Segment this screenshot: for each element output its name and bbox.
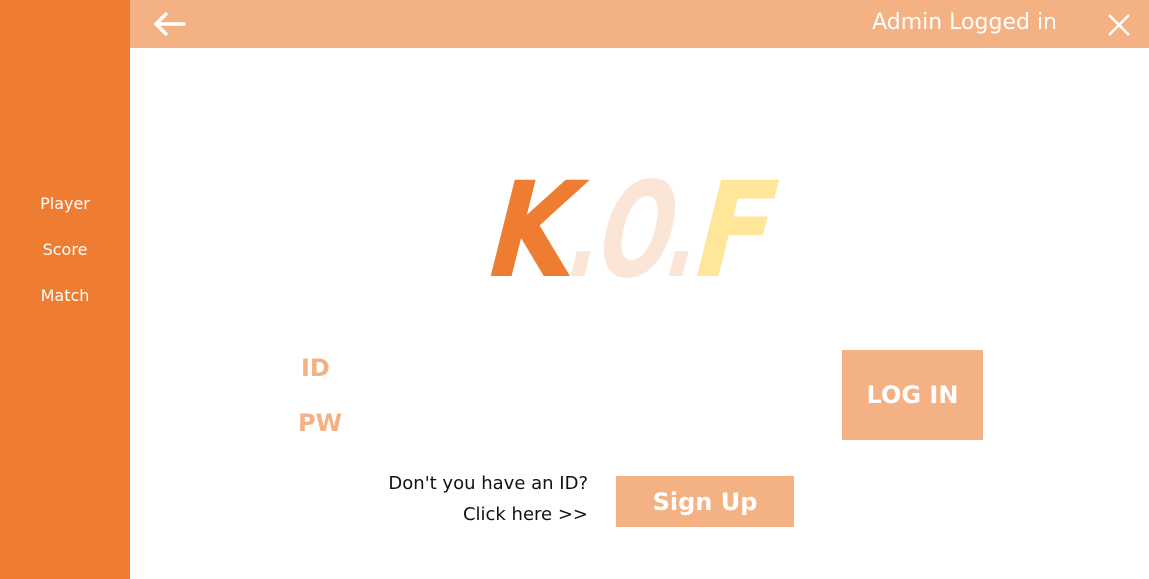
kof-logo: K . O . F bbox=[470, 154, 795, 308]
pw-input[interactable] bbox=[370, 411, 814, 443]
pw-label: PW bbox=[298, 409, 343, 437]
arrow-left-icon[interactable] bbox=[152, 10, 186, 38]
close-icon[interactable] bbox=[1106, 12, 1132, 38]
signup-hint-line2[interactable]: Click here >> bbox=[463, 504, 588, 525]
id-label: ID bbox=[301, 354, 330, 382]
signup-hint-line1: Don't you have an ID? bbox=[388, 473, 588, 494]
sidebar-item-player[interactable]: Player bbox=[0, 194, 130, 213]
id-input[interactable] bbox=[370, 356, 814, 388]
sidebar: Player Score Match bbox=[0, 0, 130, 579]
signup-button[interactable]: Sign Up bbox=[616, 476, 794, 527]
login-button[interactable]: LOG IN bbox=[842, 350, 983, 440]
login-status-text: Admin Logged in bbox=[872, 10, 1057, 35]
sidebar-item-match[interactable]: Match bbox=[0, 286, 130, 305]
sidebar-item-score[interactable]: Score bbox=[0, 240, 130, 259]
top-bar: Admin Logged in bbox=[130, 0, 1149, 48]
